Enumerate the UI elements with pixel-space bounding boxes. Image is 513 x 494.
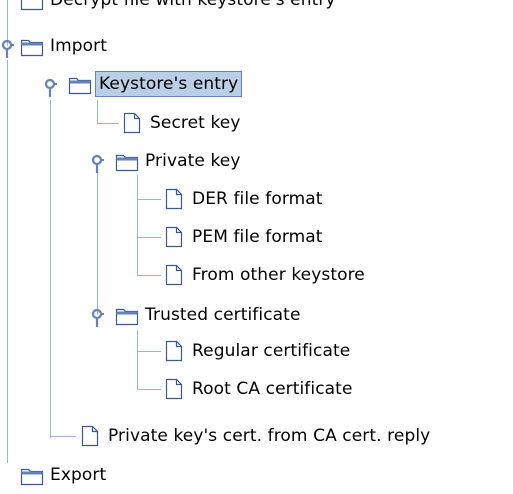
tree-line bbox=[137, 199, 161, 200]
tree-line bbox=[137, 330, 138, 390]
tree-node-trusted-certificate[interactable]: Trusted certificate bbox=[115, 296, 301, 334]
tree-line bbox=[137, 175, 138, 275]
tree-line bbox=[137, 389, 161, 390]
tree-line bbox=[137, 351, 161, 352]
tree-node-regular-certificate[interactable]: Regular certificate bbox=[162, 332, 350, 370]
tree-node-import[interactable]: Import bbox=[20, 27, 107, 65]
tree-node-keystores-entry[interactable]: Keystore's entry bbox=[68, 65, 243, 103]
tree-node-label: From other keystore bbox=[192, 265, 365, 285]
tree-node-private-key[interactable]: Private key bbox=[115, 142, 241, 180]
tree-node-label: PEM file format bbox=[192, 227, 323, 247]
tree-expand-handle-icon[interactable] bbox=[90, 307, 104, 327]
tree-node-decrypt-file[interactable]: Decrypt file with keystore's entry bbox=[20, 0, 336, 19]
tree-node-label: Trusted certificate bbox=[145, 305, 301, 325]
tree-expand-handle-icon[interactable] bbox=[90, 153, 104, 173]
tree-expand-handle-icon[interactable] bbox=[43, 77, 57, 97]
folder-icon bbox=[115, 154, 139, 172]
keystore-tree: Decrypt file with keystore's entry Impor… bbox=[0, 0, 513, 486]
tree-node-label: Private key bbox=[145, 151, 241, 171]
tree-line bbox=[50, 100, 51, 438]
tree-line bbox=[7, 60, 8, 463]
folder-icon bbox=[68, 77, 92, 95]
tree-node-label: Root CA certificate bbox=[192, 379, 353, 399]
folder-icon bbox=[20, 0, 44, 11]
tree-expand-handle-icon[interactable] bbox=[0, 38, 14, 58]
tree-node-der-file-format[interactable]: DER file format bbox=[162, 180, 323, 218]
tree-node-label: Secret key bbox=[150, 113, 241, 133]
tree-node-label: Regular certificate bbox=[192, 341, 351, 361]
folder-icon bbox=[20, 468, 44, 486]
tree-node-label: Private key's cert. from CA cert. reply bbox=[108, 426, 431, 446]
tree-node-pem-file-format[interactable]: PEM file format bbox=[162, 218, 323, 256]
document-icon bbox=[165, 264, 183, 286]
tree-node-label: Decrypt file with keystore's entry bbox=[50, 0, 336, 10]
tree-node-private-key-cert-reply[interactable]: Private key's cert. from CA cert. reply bbox=[78, 417, 430, 455]
tree-node-label-selected: Keystore's entry bbox=[95, 71, 243, 97]
tree-node-from-other-keystore[interactable]: From other keystore bbox=[162, 256, 365, 294]
tree-node-export[interactable]: Export bbox=[20, 456, 106, 494]
tree-node-root-ca-certificate[interactable]: Root CA certificate bbox=[162, 370, 353, 408]
tree-node-label: Export bbox=[50, 465, 107, 485]
folder-icon bbox=[115, 308, 139, 326]
tree-line bbox=[50, 436, 76, 437]
tree-node-secret-key[interactable]: Secret key bbox=[120, 104, 241, 142]
tree-line bbox=[97, 123, 119, 124]
document-icon bbox=[165, 226, 183, 248]
tree-line bbox=[137, 237, 161, 238]
document-icon bbox=[165, 378, 183, 400]
document-icon bbox=[81, 425, 99, 447]
document-icon bbox=[123, 112, 141, 134]
document-icon bbox=[165, 340, 183, 362]
tree-line bbox=[137, 275, 161, 276]
tree-node-label: Import bbox=[50, 36, 108, 56]
document-icon bbox=[165, 188, 183, 210]
tree-node-label: DER file format bbox=[192, 189, 323, 209]
tree-line bbox=[97, 100, 98, 124]
folder-icon bbox=[20, 39, 44, 57]
tree-line bbox=[97, 165, 98, 315]
